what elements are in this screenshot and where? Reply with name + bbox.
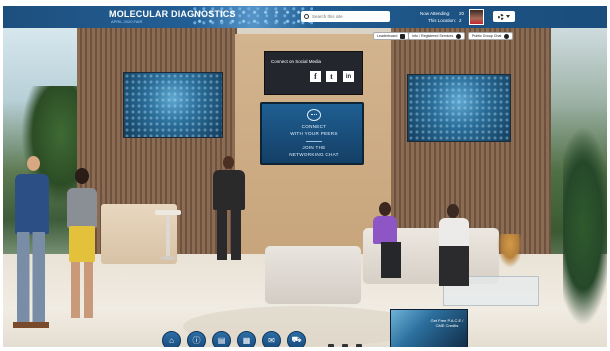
document-icon: ▦ bbox=[242, 335, 251, 345]
right-display-screen[interactable] bbox=[407, 74, 511, 142]
message-icon[interactable] bbox=[342, 344, 348, 347]
virtual-lobby-scene: Connect on Social Media f t in CONNECT W… bbox=[3, 6, 607, 347]
networking-chat-button[interactable]: CONNECT WITH YOUR PEERS JOIN THE NETWORK… bbox=[260, 102, 364, 165]
chat-icon bbox=[504, 33, 510, 39]
leaderboard-button[interactable]: Leaderboard bbox=[373, 32, 410, 40]
chat-bubble-icon bbox=[307, 109, 321, 121]
search-icon bbox=[304, 14, 309, 19]
info-icon bbox=[456, 33, 462, 39]
top-navigation-bar: MOLECULAR DIAGNOSTICS APRIL 2020 FAIR No… bbox=[3, 6, 607, 28]
public-group-chat-label: Public Group Chat bbox=[472, 34, 502, 38]
info-services-label: Info / Registered Services bbox=[412, 34, 454, 38]
gear-icon bbox=[498, 13, 504, 20]
lobby-button[interactable]: ⌂ bbox=[162, 330, 181, 347]
chat-line-1: CONNECT bbox=[301, 124, 327, 129]
home-icon: ⌂ bbox=[169, 335, 174, 345]
chat-divider bbox=[306, 141, 322, 142]
chat-button[interactable]: ✉ bbox=[262, 330, 281, 347]
people-icon[interactable] bbox=[328, 344, 334, 347]
cart-button[interactable]: ⛟ bbox=[287, 330, 306, 347]
print-button[interactable]: ▤ bbox=[212, 330, 231, 347]
event-title[interactable]: MOLECULAR DIAGNOSTICS bbox=[109, 9, 236, 19]
info-services-button[interactable]: Info / Registered Services bbox=[408, 32, 466, 40]
now-attending-count: 20 bbox=[459, 11, 465, 16]
location-count: 2 bbox=[459, 18, 462, 23]
trophy-icon bbox=[400, 33, 406, 39]
search-bar[interactable] bbox=[301, 11, 390, 22]
location-label: This Location: bbox=[428, 18, 457, 23]
search-input[interactable] bbox=[312, 14, 382, 19]
event-subtitle: APRIL 2020 FAIR bbox=[111, 19, 143, 24]
flower-vase bbox=[497, 234, 523, 268]
briefcase-icon[interactable] bbox=[356, 344, 362, 347]
social-media-panel: Connect on Social Media f t in bbox=[264, 51, 363, 95]
twitter-icon[interactable]: t bbox=[326, 71, 337, 82]
facebook-icon[interactable]: f bbox=[310, 71, 321, 82]
linkedin-icon[interactable]: in bbox=[343, 71, 354, 82]
cme-credits-promo[interactable]: Get Free P.A.C.E / CME Credits bbox=[390, 309, 468, 347]
cart-icon: ⛟ bbox=[291, 335, 302, 344]
person-woman-yellow-dress bbox=[61, 168, 105, 328]
chat-line-3: JOIN THE bbox=[302, 145, 326, 150]
bar-stool bbox=[155, 210, 181, 262]
public-group-chat-button[interactable]: Public Group Chat bbox=[468, 32, 514, 40]
chat-icon: ✉ bbox=[268, 335, 275, 345]
left-display-screen[interactable] bbox=[123, 72, 223, 138]
chat-line-2: WITH YOUR PEERS bbox=[290, 131, 338, 136]
person-woman-purple-seated bbox=[371, 202, 405, 282]
info-button[interactable]: ⓘ bbox=[187, 330, 206, 347]
person-man-seated-reading bbox=[433, 204, 475, 294]
social-panel-title: Connect on Social Media bbox=[271, 59, 322, 64]
info-icon: ⓘ bbox=[192, 335, 201, 345]
print-icon: ▤ bbox=[217, 335, 226, 345]
bottom-dock: ⌂ ⓘ ▤ ▦ ✉ ⛟ bbox=[156, 328, 316, 347]
armchair bbox=[265, 246, 361, 304]
person-man-blue-suit bbox=[9, 156, 53, 338]
now-attending-label: Now Attending: bbox=[420, 11, 451, 16]
chat-line-4: NETWORKING CHAT bbox=[289, 152, 339, 157]
right-plant bbox=[563, 126, 607, 326]
avatar[interactable] bbox=[469, 9, 484, 25]
leaderboard-label: Leaderboard bbox=[377, 34, 398, 38]
settings-dropdown-button[interactable] bbox=[493, 11, 515, 22]
agenda-button[interactable]: ▦ bbox=[237, 330, 256, 347]
promo-title: Get Free P.A.C.E / CME Credits bbox=[430, 318, 464, 328]
chevron-down-icon bbox=[506, 15, 510, 18]
person-man-standing-tablet bbox=[209, 156, 249, 268]
mini-toolbar bbox=[328, 344, 362, 347]
